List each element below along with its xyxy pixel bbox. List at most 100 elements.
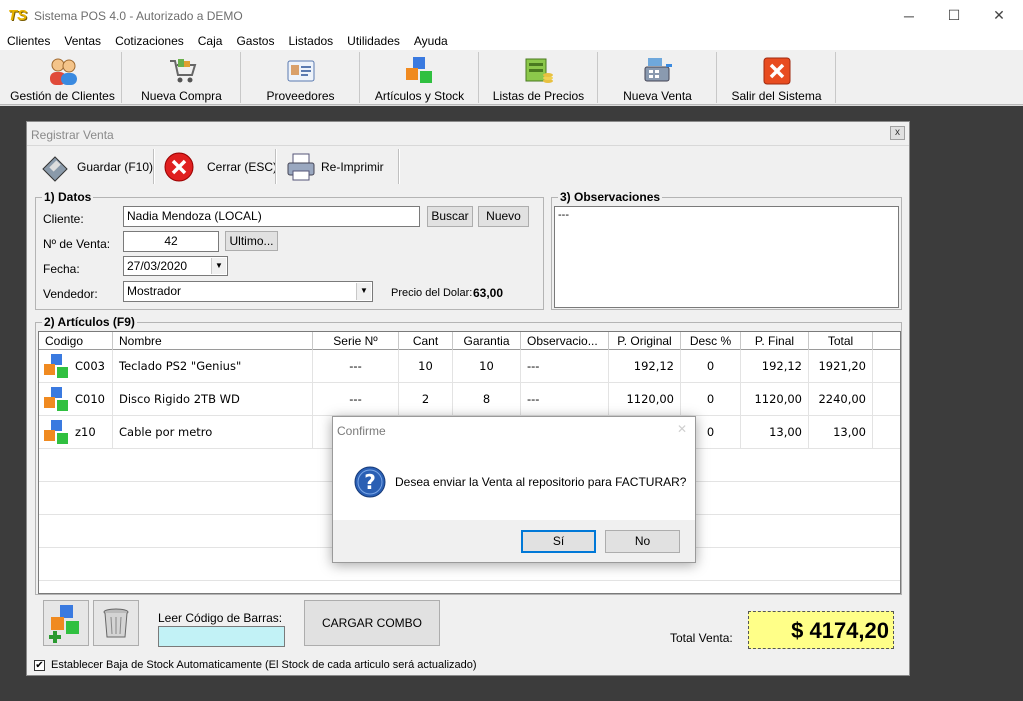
- id-card-icon: [287, 60, 314, 82]
- confirm-dialog: Confirme ✕ ? Desea enviar la Venta al re…: [332, 416, 696, 563]
- col-codigo[interactable]: Codigo: [39, 332, 113, 350]
- minimize-button[interactable]: ─: [886, 0, 932, 31]
- new-purchase-button[interactable]: Nueva Compra: [123, 52, 241, 103]
- menu-ayuda[interactable]: Ayuda: [407, 31, 455, 50]
- cell-codigo: C010: [75, 392, 105, 406]
- chevron-down-icon[interactable]: ▼: [211, 258, 226, 274]
- main-toolbar: Gestión de Clientes Nueva Compra Proveed…: [0, 50, 1023, 105]
- price-list-icon: [525, 58, 553, 83]
- suppliers-button[interactable]: Proveedores: [242, 52, 360, 103]
- buscar-button[interactable]: Buscar: [427, 206, 473, 227]
- observaciones-legend: 3) Observaciones: [558, 190, 663, 204]
- menu-gastos[interactable]: Gastos: [229, 31, 281, 50]
- dialog-close-button[interactable]: ✕: [677, 422, 687, 436]
- menu-clientes[interactable]: Clientes: [0, 31, 57, 50]
- menu-bar: Clientes Ventas Cotizaciones Caja Gastos…: [0, 31, 1023, 50]
- col-desc[interactable]: Desc %: [681, 332, 741, 350]
- close-circle-icon: [164, 152, 194, 182]
- cubes-icon: [44, 387, 68, 411]
- col-p-final[interactable]: P. Final: [741, 332, 809, 350]
- menu-listados[interactable]: Listados: [281, 31, 340, 50]
- maximize-button[interactable]: ☐: [931, 0, 977, 31]
- dolar-label: Precio del Dolar:: [391, 287, 473, 299]
- col-p-original[interactable]: P. Original: [609, 332, 681, 350]
- cell-p-final: 192,12: [741, 350, 809, 383]
- add-article-button[interactable]: [43, 600, 89, 646]
- cliente-field[interactable]: Nadia Mendoza (LOCAL): [123, 206, 420, 227]
- cell-p-original: 192,12: [609, 350, 681, 383]
- suppliers-label: Proveedores: [266, 89, 335, 103]
- close-sale-button[interactable]: Cerrar (ESC): [159, 147, 278, 187]
- col-observaciones[interactable]: Observacio...: [521, 332, 609, 350]
- yes-button[interactable]: Sí: [521, 530, 596, 553]
- menu-cotizaciones[interactable]: Cotizaciones: [108, 31, 191, 50]
- price-lists-button[interactable]: Listas de Precios: [480, 52, 598, 103]
- save-disk-icon: [42, 156, 68, 182]
- child-title: Registrar Venta: [31, 128, 114, 142]
- new-sale-button[interactable]: Nueva Venta: [599, 52, 717, 103]
- stock-checkbox[interactable]: ✔: [34, 660, 45, 671]
- cliente-label: Cliente:: [43, 212, 84, 226]
- cubes-icon: [44, 354, 68, 378]
- clients-icon: [49, 58, 77, 85]
- articulos-legend: 2) Artículos (F9): [42, 315, 137, 329]
- vendedor-select[interactable]: Mostrador ▼: [123, 281, 373, 302]
- printer-icon: [287, 153, 315, 181]
- col-garantia[interactable]: Garantia: [453, 332, 521, 350]
- vendedor-label: Vendedor:: [43, 287, 98, 301]
- exit-system-button[interactable]: Salir del Sistema: [718, 52, 836, 103]
- articles-stock-label: Artículos y Stock: [374, 89, 465, 103]
- close-button[interactable]: ✕: [976, 0, 1022, 31]
- chevron-down-icon[interactable]: ▼: [356, 283, 371, 300]
- dialog-message: Desea enviar la Venta al repositorio par…: [395, 475, 687, 489]
- cell-codigo: z10: [75, 425, 96, 439]
- menu-utilidades[interactable]: Utilidades: [340, 31, 407, 50]
- load-combo-button[interactable]: CARGAR COMBO: [304, 600, 440, 646]
- col-cant[interactable]: Cant: [399, 332, 453, 350]
- nventa-label: Nº de Venta:: [43, 237, 111, 251]
- cell-nombre: Cable por metro: [113, 416, 313, 449]
- vendedor-value: Mostrador: [127, 284, 182, 298]
- total-label: Total Venta:: [670, 631, 733, 645]
- register-sale-window: Registrar Venta x Guardar (F10) Cerrar (…: [26, 121, 910, 676]
- cell-serie: ---: [313, 350, 399, 383]
- cell-nombre: Teclado PS2 "Genius": [113, 350, 313, 383]
- no-button[interactable]: No: [605, 530, 680, 553]
- cell-p-final: 1120,00: [741, 383, 809, 416]
- grid-header: Codigo Nombre Serie Nº Cant Garantia Obs…: [39, 332, 900, 350]
- cell-total: 1921,20: [809, 350, 873, 383]
- clients-button[interactable]: Gestión de Clientes: [4, 52, 122, 103]
- nventa-field[interactable]: 42: [123, 231, 219, 252]
- fecha-picker[interactable]: 27/03/2020 ▼: [123, 256, 228, 276]
- dolar-value: 63,00: [473, 286, 504, 300]
- close-sale-label: Cerrar (ESC): [207, 160, 278, 174]
- menu-caja[interactable]: Caja: [191, 31, 230, 50]
- cell-desc: 0: [681, 350, 741, 383]
- exit-icon: [763, 57, 790, 85]
- trash-icon: [103, 608, 129, 638]
- fecha-value: 27/03/2020: [127, 259, 188, 273]
- observaciones-field[interactable]: ---: [554, 206, 899, 308]
- menu-ventas[interactable]: Ventas: [57, 31, 108, 50]
- register-icon: [644, 58, 672, 82]
- table-row[interactable]: C003 Teclado PS2 "Genius" --- 10 10 --- …: [39, 350, 900, 383]
- save-label: Guardar (F10): [77, 160, 154, 174]
- reprint-button[interactable]: Re-Imprimir: [281, 147, 397, 187]
- datos-legend: 1) Datos: [42, 190, 94, 204]
- new-purchase-label: Nueva Compra: [141, 89, 222, 103]
- child-title-bar: Registrar Venta x: [27, 122, 909, 146]
- col-nombre[interactable]: Nombre: [113, 332, 313, 350]
- save-button[interactable]: Guardar (F10): [35, 147, 153, 187]
- dialog-title: Confirme: [337, 424, 386, 438]
- col-total[interactable]: Total: [809, 332, 873, 350]
- nuevo-button[interactable]: Nuevo: [478, 206, 529, 227]
- dialog-footer: Sí No: [333, 520, 695, 562]
- articles-stock-button[interactable]: Artículos y Stock: [361, 52, 479, 103]
- ultimo-button[interactable]: Ultimo...: [225, 231, 278, 251]
- col-serie[interactable]: Serie Nº: [313, 332, 399, 350]
- clients-label: Gestión de Clientes: [10, 89, 115, 103]
- child-close-button[interactable]: x: [890, 126, 905, 140]
- table-row[interactable]: C010 Disco Rigido 2TB WD --- 2 8 --- 112…: [39, 383, 900, 416]
- delete-article-button[interactable]: [93, 600, 139, 646]
- barcode-input[interactable]: [158, 626, 285, 647]
